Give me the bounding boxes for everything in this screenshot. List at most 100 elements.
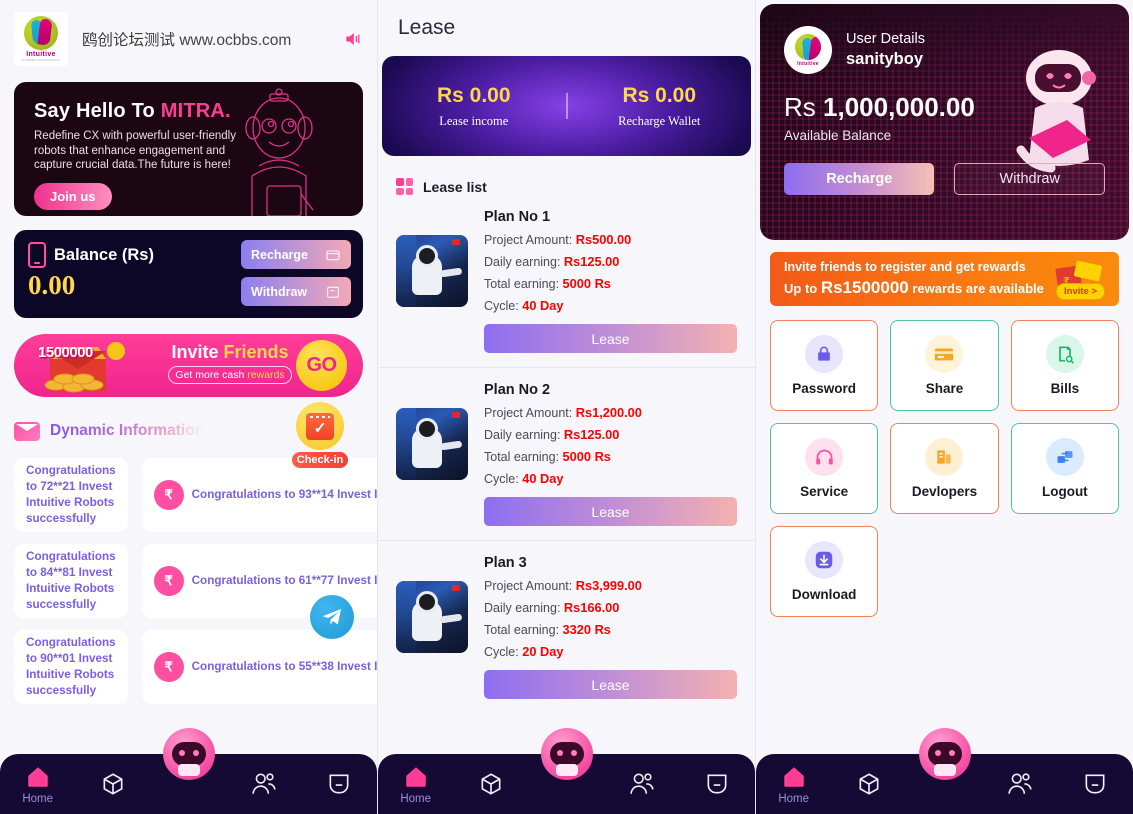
speaker-icon[interactable] — [343, 29, 363, 49]
user-details-label: User Details — [846, 31, 925, 47]
tile-label: Bills — [1050, 381, 1080, 396]
cube-icon — [859, 773, 879, 795]
tile-service[interactable]: Service — [770, 423, 879, 514]
robot-icon[interactable] — [540, 728, 593, 780]
list-item[interactable]: Congratulations to 90**01 Invest Intuiti… — [14, 630, 128, 704]
lock-icon — [805, 335, 844, 373]
nav-item-team[interactable] — [226, 771, 301, 797]
download-icon — [805, 541, 844, 579]
panel-home: Intuitive AI SMART SOLUTIONS PVT 鸥创论坛测试 … — [0, 0, 378, 814]
invite-go-button[interactable]: GO — [296, 340, 347, 391]
list-item[interactable]: Congratulations to 72**21 Invest Intuiti… — [14, 458, 128, 532]
nav-item-chat[interactable] — [302, 771, 377, 797]
nav-item-home[interactable]: Home — [756, 764, 831, 805]
nav-item-product[interactable] — [831, 771, 906, 797]
check-in-button[interactable]: Check-in — [291, 402, 349, 468]
bill-search-icon — [1045, 335, 1084, 373]
bottom-nav: Home — [378, 728, 755, 814]
invite-title: Invite Friends — [171, 342, 289, 362]
tile-download[interactable]: Download — [770, 526, 879, 617]
withdraw-button[interactable]: Withdraw — [241, 277, 351, 306]
plan-cycle: Cycle: 40 Day — [484, 471, 564, 486]
tile-label: Download — [791, 587, 857, 602]
nav-item-chat[interactable] — [1058, 771, 1133, 797]
invite-amount-badge: 1500000 — [38, 344, 93, 361]
robot-icon[interactable] — [162, 728, 215, 780]
tile-label: Logout — [1041, 484, 1088, 499]
logo-mark-icon — [24, 16, 58, 50]
balance-card: Balance (Rs) 0.00 Recharge Withdraw — [14, 230, 363, 318]
balance-title: Balance (Rs) — [54, 245, 154, 264]
plan-thumbnail — [396, 235, 468, 307]
nav-item-team[interactable] — [604, 771, 679, 797]
nav-item-home[interactable]: Home — [0, 764, 75, 805]
invite-text: Invite Friends Get more cash rewards — [150, 342, 310, 384]
invite-button[interactable]: Invite > — [1056, 283, 1105, 300]
nav-item-chat[interactable] — [680, 771, 755, 797]
telegram-icon[interactable] — [310, 595, 354, 639]
nav-item-home[interactable]: Home — [378, 764, 453, 805]
plan-project-amount: Project Amount: Rs500.00 — [484, 232, 632, 247]
plan-name: Plan No 2 — [484, 382, 551, 398]
plan-name: Plan No 1 — [484, 209, 551, 225]
plan-details: Plan No 2 Project Amount: Rs1,200.00 Dai… — [484, 382, 737, 526]
logo-wordmark: Intuitive — [797, 60, 819, 67]
check-in-label: Check-in — [291, 452, 349, 468]
logo-mark-icon — [795, 33, 821, 60]
lease-button[interactable]: Lease — [484, 670, 737, 699]
nav-item-product[interactable] — [75, 771, 150, 797]
plan-daily-earning: Daily earning: Rs125.00 — [484, 254, 620, 269]
news-text: Congratulations to 93**14 Invest Intuiti… — [191, 488, 378, 501]
lease-button[interactable]: Lease — [484, 324, 737, 353]
join-us-button[interactable]: Join us — [34, 182, 112, 210]
plan-details: Plan 3 Project Amount: Rs3,999.00 Daily … — [484, 555, 737, 699]
tile-logout[interactable]: Logout — [1010, 423, 1119, 514]
avatar: Intuitive — [784, 26, 832, 74]
wallet-icon — [327, 286, 339, 298]
tile-bills[interactable]: Bills — [1010, 320, 1119, 411]
app-stage: Intuitive AI SMART SOLUTIONS PVT 鸥创论坛测试 … — [0, 0, 1133, 814]
lease-income-amount: Rs 0.00 — [436, 83, 511, 107]
team-icon — [1008, 773, 1032, 794]
recharge-button[interactable]: Recharge — [784, 163, 935, 195]
dynamic-info-title: Dynamic Information — [50, 422, 205, 439]
list-item[interactable]: ₹ Congratulations to 93**14 Invest Intuit… — [141, 458, 378, 532]
plan-thumbnail — [396, 408, 468, 480]
chat-icon — [329, 774, 349, 794]
list-item: Plan 3 Project Amount: Rs3,999.00 Daily … — [378, 540, 755, 699]
plan-details: Plan No 1 Project Amount: Rs500.00 Daily… — [484, 209, 737, 353]
lease-income-block: Rs 0.00 Lease income — [382, 84, 566, 129]
tile-label: Share — [925, 381, 964, 396]
brand-name-cn: 鸥创论坛测试 — [82, 32, 176, 49]
bottom-nav: Home — [0, 728, 377, 814]
robot-icon[interactable] — [918, 728, 971, 780]
lease-plan-list: Plan No 1 Project Amount: Rs500.00 Daily… — [378, 195, 755, 699]
nav-item-team[interactable] — [982, 771, 1057, 797]
recharge-button[interactable]: Recharge — [241, 240, 351, 269]
plan-name: Plan 3 — [484, 555, 527, 571]
invite-rewards-banner[interactable]: Invite friends to register and get rewar… — [770, 252, 1119, 306]
tile-password[interactable]: Password — [770, 320, 879, 411]
tile-devlopers[interactable]: Devlopers — [890, 423, 999, 514]
invite-friends-banner[interactable]: 1500000 Invite Friends Get more cash rew… — [14, 334, 363, 397]
team-icon — [252, 773, 276, 794]
nav-item-product[interactable] — [453, 771, 528, 797]
plan-total-earning: Total earning: 5000 Rs — [484, 449, 611, 464]
home-icon — [783, 766, 804, 787]
news-text: Congratulations to 90**01 Invest Intuiti… — [26, 636, 116, 697]
lease-header: Lease — [378, 0, 755, 56]
building-icon — [925, 438, 964, 476]
lease-button[interactable]: Lease — [484, 497, 737, 526]
withdraw-label: Withdraw — [251, 284, 308, 299]
money-icon: ₹ — [153, 480, 184, 510]
withdraw-button[interactable]: Withdraw — [954, 163, 1105, 195]
hero-robot-illustration — [245, 88, 314, 216]
recharge-label: Recharge — [251, 247, 308, 262]
available-balance-amount: Rs 1,000,000.00 — [784, 92, 975, 122]
tile-share[interactable]: Share — [890, 320, 999, 411]
balance-actions: Recharge Withdraw — [241, 240, 351, 306]
list-item[interactable]: ₹ Congratulations to 55**38 Invest Intuit… — [141, 630, 377, 704]
card-share-icon — [925, 335, 964, 373]
list-item[interactable]: Congratulations to 84**81 Invest Intuiti… — [14, 544, 128, 618]
plan-total-earning: Total earning: 3320 Rs — [484, 622, 611, 637]
